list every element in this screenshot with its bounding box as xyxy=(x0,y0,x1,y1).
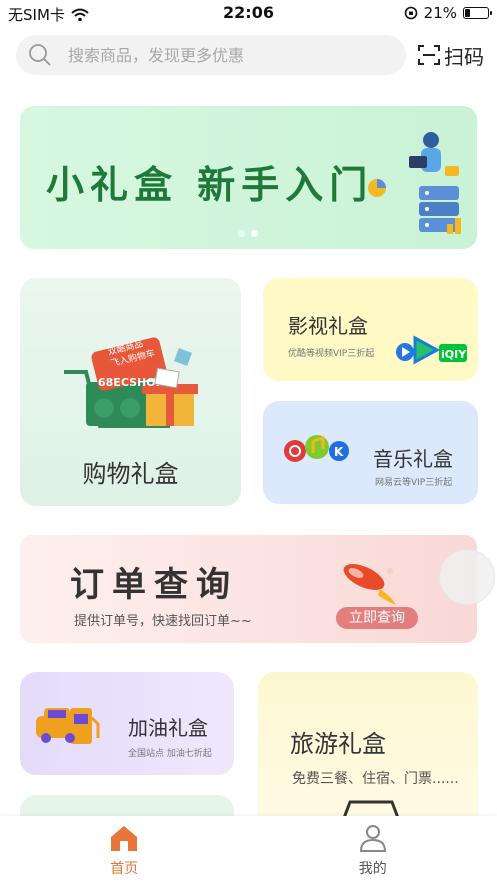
music-brands-icon: K xyxy=(284,435,349,462)
order-card-title: 订单查询 xyxy=(70,565,238,605)
order-query-button[interactable]: 立即查询 xyxy=(336,607,418,629)
fuel-card-subtitle: 全国站点 加油七折起 xyxy=(128,749,212,759)
music-card-title: 音乐礼盒 xyxy=(373,447,453,471)
shopping-gift-card[interactable]: 68ECSHOP 双酷商品 飞入购物车 购物礼盒 xyxy=(20,278,241,506)
music-gift-card[interactable]: K 音乐礼盒 网易云等VIP三折起 xyxy=(263,401,478,504)
status-right: 21% xyxy=(404,4,492,22)
video-gift-card[interactable]: 影视礼盒 优酷等视频VIP三折起 iQIY xyxy=(263,278,478,381)
gas-station-icon xyxy=(36,708,100,744)
order-card-description: 提供订单号，快速找回订单~~ xyxy=(74,614,252,629)
banner-illustration xyxy=(368,132,461,234)
battery-fill xyxy=(465,9,470,17)
video-brand-text: iQIY xyxy=(441,348,467,361)
promo-banner[interactable]: 小礼盒 新手入门 xyxy=(20,106,477,249)
search-input[interactable] xyxy=(68,45,368,65)
bottom-tab-bar: 首页 我的 xyxy=(0,816,497,883)
travel-card-title: 旅游礼盒 xyxy=(290,730,386,758)
travel-card-subtitle: 免费三餐、住宿、门票...... xyxy=(292,771,459,787)
battery-icon xyxy=(463,7,492,19)
scan-icon xyxy=(418,45,440,65)
home-icon xyxy=(111,826,138,851)
rocket-icon xyxy=(343,564,396,605)
travel-gift-card[interactable]: 旅游礼盒 免费三餐、住宿、门票...... xyxy=(258,672,478,832)
tab-mine-label: 我的 xyxy=(358,861,387,877)
battery-percent: 21% xyxy=(423,4,457,22)
video-card-subtitle: 优酷等视频VIP三折起 xyxy=(288,349,375,359)
shopping-card-title: 购物礼盒 xyxy=(82,460,179,488)
search-box[interactable] xyxy=(16,35,406,75)
fuel-gift-card[interactable]: 加油礼盒 全国站点 加油七折起 xyxy=(20,672,234,775)
video-card-title: 影视礼盒 xyxy=(288,314,368,338)
music-card-subtitle: 网易云等VIP三折起 xyxy=(375,478,453,488)
floating-assistive-button[interactable] xyxy=(439,549,495,605)
shopping-cart-illustration: 68ECSHOP 双酷商品 飞入购物车 xyxy=(64,337,198,428)
user-icon xyxy=(359,825,386,852)
status-bar: 无SIM卡 22:06 21% xyxy=(0,0,497,28)
tab-home-label: 首页 xyxy=(110,861,139,877)
banner-dot[interactable] xyxy=(238,230,245,237)
search-icon xyxy=(29,44,51,66)
tab-home[interactable]: 首页 xyxy=(0,816,249,883)
search-row: 扫码 xyxy=(16,35,486,75)
order-lookup-card[interactable]: 订单查询 提供订单号，快速找回订单~~ 立即查询 xyxy=(20,535,477,643)
banner-title: 小礼盒 新手入门 xyxy=(46,162,374,207)
banner-dot-active[interactable] xyxy=(251,230,258,237)
scan-label: 扫码 xyxy=(444,44,484,69)
tab-mine[interactable]: 我的 xyxy=(249,816,497,883)
orientation-lock-icon xyxy=(404,6,417,20)
scan-button[interactable]: 扫码 xyxy=(418,41,484,70)
music-brand-letter: K xyxy=(334,445,344,459)
cart-shop-label: 68ECSHOP xyxy=(98,376,164,389)
video-brands-icon: iQIY xyxy=(396,335,467,365)
fuel-card-title: 加油礼盒 xyxy=(128,716,208,740)
banner-pagination xyxy=(238,230,258,237)
